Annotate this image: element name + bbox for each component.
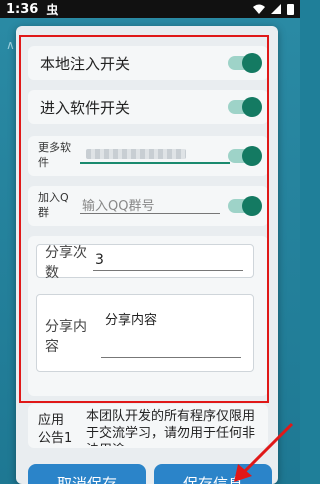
more-software-switch[interactable] [228, 146, 262, 166]
switch-knob [242, 146, 262, 166]
share-content-value: 分享内容 [105, 313, 158, 328]
settings-dialog: 本地注入开关 进入软件开关 更多软件 加入Q群 输入QQ群号 分享次数 3 分享… [16, 26, 278, 484]
signal-icon [271, 4, 281, 14]
join-qq-label: 加入Q群 [38, 191, 69, 219]
announcement-label: 应用公告1 [38, 413, 73, 446]
local-inject-switch[interactable] [228, 53, 262, 73]
wifi-icon [253, 4, 265, 14]
announcement-row: 应用公告1 本团队开发的所有程序仅限用于交流学习，请勿用于任何非法用途 [28, 404, 268, 448]
enter-software-label: 进入软件开关 [40, 99, 131, 117]
qq-group-placeholder: 输入QQ群号 [82, 199, 155, 214]
share-count-label: 分享次数 [45, 245, 87, 281]
more-software-row: 更多软件 [28, 136, 268, 176]
join-qq-row: 加入Q群 输入QQ群号 [28, 186, 268, 226]
local-inject-row: 本地注入开关 [28, 46, 268, 80]
share-count-input[interactable]: 3 [93, 251, 243, 271]
local-inject-label: 本地注入开关 [40, 55, 131, 73]
share-count-value: 3 [95, 252, 104, 268]
switch-knob [242, 97, 262, 117]
more-software-label: 更多软件 [38, 141, 71, 169]
join-qq-switch[interactable] [228, 196, 262, 216]
share-count-box: 分享次数 3 [36, 244, 254, 281]
status-time: 1:36 [6, 1, 39, 17]
app-notification-icon: 虫 [46, 2, 59, 17]
redacted-text [86, 149, 186, 159]
status-icons [253, 3, 294, 15]
enter-software-switch[interactable] [228, 97, 262, 117]
share-content-box: 分享内容 分享内容 [36, 294, 254, 372]
share-content-label: 分享内容 [45, 319, 87, 355]
switch-knob [242, 196, 262, 216]
share-section: 分享次数 3 分享内容 分享内容 [28, 236, 268, 396]
enter-software-row: 进入软件开关 [28, 90, 268, 124]
switch-knob [242, 53, 262, 73]
cancel-save-button[interactable]: 取消保存 [28, 464, 146, 484]
background-app-glyph: ∧ [6, 38, 15, 52]
qq-group-input[interactable]: 输入QQ群号 [80, 194, 220, 214]
save-info-button[interactable]: 保存信息 [154, 464, 272, 484]
status-bar: 1:36 虫 [0, 0, 300, 18]
share-content-underline[interactable] [101, 357, 241, 358]
more-software-input[interactable] [80, 144, 230, 164]
announcement-text: 本团队开发的所有程序仅限用于交流学习，请勿用于任何非法用途 [86, 409, 256, 446]
battery-icon [287, 3, 294, 15]
